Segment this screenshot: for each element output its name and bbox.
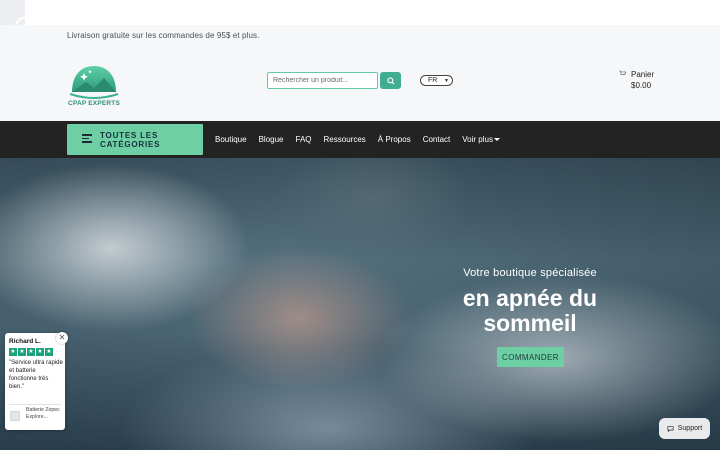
review-popup[interactable]: Richard L. ★ ★ ★ ★ ★ "Service ultra rapi…: [5, 333, 65, 430]
site-header: CPAP EXPERTS FR ▼ Panier $0.00: [0, 50, 720, 121]
chat-icon: [667, 425, 674, 432]
logo-icon: [69, 66, 119, 99]
cart-label[interactable]: Panier: [631, 70, 654, 79]
page: Livraison gratuite sur les commandes de …: [0, 0, 720, 450]
cart-icon[interactable]: [619, 70, 626, 76]
search-input[interactable]: [267, 72, 378, 89]
search-icon: [386, 76, 395, 85]
star-icon: ★: [9, 348, 17, 356]
all-categories-button[interactable]: TOUTES LES CATÉGORIES: [67, 124, 203, 155]
nav-item-boutique[interactable]: Boutique: [215, 135, 247, 144]
cart-total: $0.00: [631, 81, 652, 90]
product-thumbnail: [10, 411, 20, 421]
order-button[interactable]: COMMANDER: [497, 347, 564, 367]
star-icon: ★: [18, 348, 26, 356]
announcement-text: Livraison gratuite sur les commandes de …: [67, 31, 260, 40]
logo-text: CPAP EXPERTS: [68, 100, 121, 107]
review-quote: "Service ultra rapide et batterie foncti…: [9, 360, 63, 390]
main-nav: TOUTES LES CATÉGORIES Boutique Blogue FA…: [0, 121, 720, 158]
nav-item-contact[interactable]: Contact: [423, 135, 451, 144]
nav-item-faq[interactable]: FAQ: [296, 135, 312, 144]
star-icon: ★: [45, 348, 53, 356]
star-icon: ★: [27, 348, 35, 356]
support-button[interactable]: Support: [659, 418, 710, 439]
nav-item-ressources[interactable]: Ressources: [324, 135, 366, 144]
caret-down-icon: [493, 138, 500, 142]
review-stars: ★ ★ ★ ★ ★: [9, 348, 54, 356]
review-product[interactable]: Batterie Zopec Explore...: [26, 407, 62, 420]
logo[interactable]: CPAP EXPERTS: [68, 58, 120, 110]
divider: [9, 404, 61, 405]
nav-item-voir-plus[interactable]: Voir plus: [462, 135, 500, 144]
all-categories-label: TOUTES LES CATÉGORIES: [100, 131, 161, 149]
language-value: FR: [428, 77, 438, 84]
top-strip: [0, 0, 720, 25]
close-icon[interactable]: ✕: [56, 332, 68, 344]
search-button[interactable]: [380, 72, 401, 89]
nav-links: Boutique Blogue FAQ Ressources À Propos …: [215, 121, 512, 158]
voir-plus-label: Voir plus: [462, 135, 493, 144]
hero-banner: Votre boutique spécialisée en apnée du s…: [0, 158, 720, 450]
support-label: Support: [677, 425, 703, 432]
star-icon: ★: [36, 348, 44, 356]
corner-tab[interactable]: [0, 0, 25, 25]
nav-item-a-propos[interactable]: À Propos: [378, 135, 411, 144]
hero-title: en apnée du sommeil: [462, 285, 598, 336]
menu-icon: [82, 134, 92, 143]
hero-subtitle: Votre boutique spécialisée: [463, 267, 597, 279]
chevron-down-icon: ▼: [444, 78, 449, 84]
reviewer-name: Richard L.: [9, 338, 41, 345]
language-select[interactable]: FR ▼: [420, 75, 453, 86]
nav-item-blogue[interactable]: Blogue: [259, 135, 284, 144]
announcement-bar: Livraison gratuite sur les commandes de …: [0, 25, 720, 50]
